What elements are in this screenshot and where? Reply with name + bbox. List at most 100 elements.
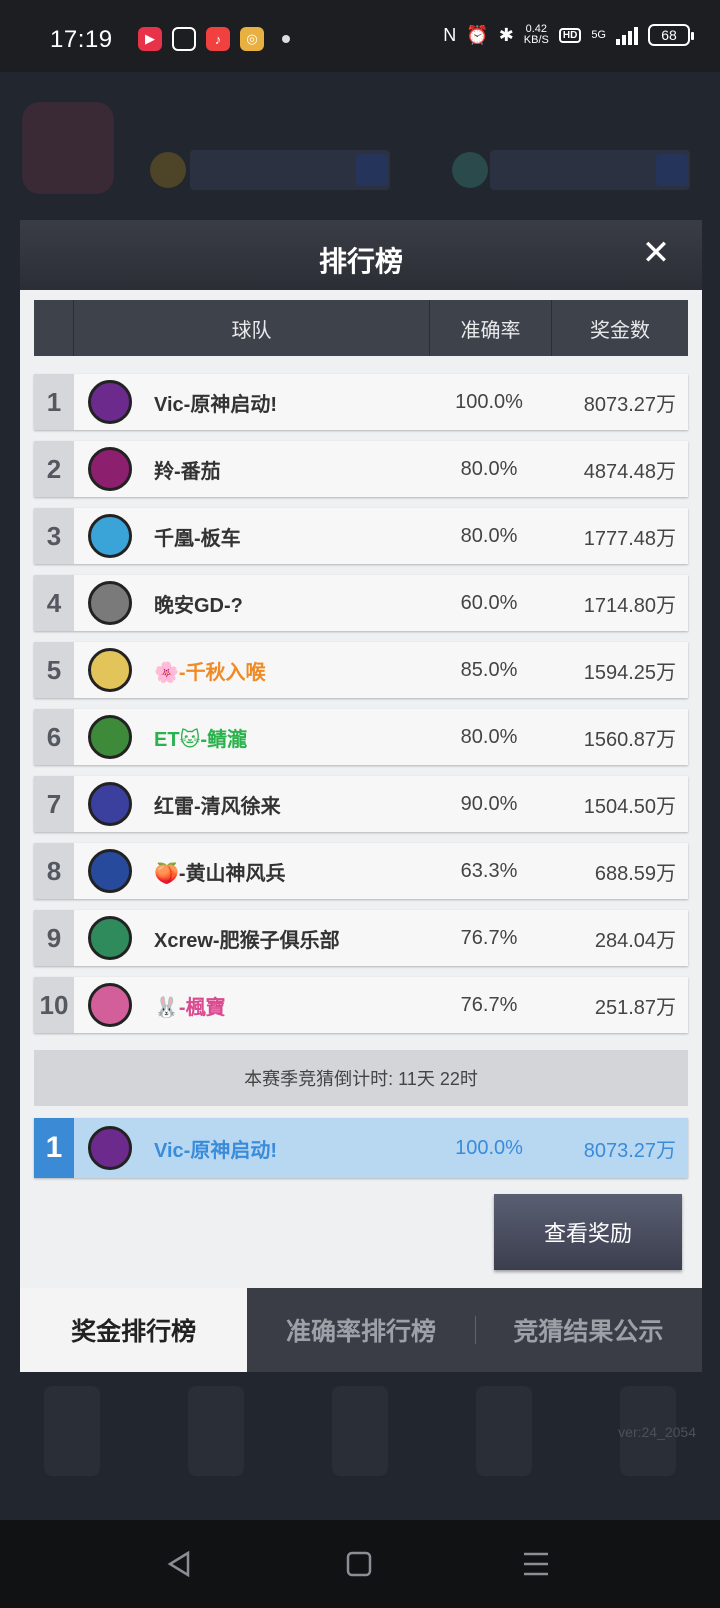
accuracy-value: 90.0% bbox=[460, 792, 518, 815]
table-row[interactable]: 3 千凰-板车 80.0% 1777.48万 bbox=[34, 508, 688, 564]
team-name: Xcrew-肥猴子俱乐部 bbox=[154, 929, 340, 952]
accuracy-value: 100.0% bbox=[455, 390, 523, 413]
prize-value: 284.04万 bbox=[594, 929, 676, 952]
game-app-icon: ◎ bbox=[240, 27, 264, 51]
team-name: ET🐱-鲭瀧 bbox=[154, 728, 248, 751]
table-row[interactable]: 4 晚安GD-? 60.0% 1714.80万 bbox=[34, 575, 688, 631]
table-row[interactable]: 5 🌸-千秋入喉 85.0% 1594.25万 bbox=[34, 642, 688, 698]
prize-value: 251.87万 bbox=[594, 996, 676, 1019]
system-icons: N ⏰ ✱ 0.42 KB/S HD 5G 68 bbox=[443, 23, 694, 46]
table-row[interactable]: 1 Vic-原神启动! 100.0% 8073.27万 bbox=[34, 374, 688, 430]
alarm-icon: ⏰ bbox=[466, 24, 489, 45]
rank-number: 5 bbox=[34, 642, 74, 698]
accuracy-column-header: 准确率 bbox=[430, 300, 552, 356]
prize-value: 688.59万 bbox=[594, 862, 676, 885]
rank-number: 3 bbox=[34, 508, 74, 564]
team-name: 千凰-板车 bbox=[154, 527, 241, 550]
prize-value: 1594.25万 bbox=[583, 661, 676, 684]
tab-accuracy-ranking[interactable]: 准确率排行榜 bbox=[247, 1288, 474, 1372]
rank-column-header bbox=[34, 300, 74, 356]
team-name: 🐰-楓寶 bbox=[154, 996, 226, 1019]
accuracy-value: 100.0% bbox=[455, 1136, 523, 1159]
team-logo-icon bbox=[88, 447, 132, 491]
team-logo-icon bbox=[88, 782, 132, 826]
team-column-header: 球队 bbox=[74, 300, 430, 356]
team-logo-icon bbox=[88, 514, 132, 558]
leaderboard-list: 1 Vic-原神启动! 100.0% 8073.27万 2 羚-番茄 80.0%… bbox=[34, 374, 688, 1044]
my-team-row[interactable]: 1 Vic-原神启动! 100.0% 8073.27万 bbox=[34, 1118, 688, 1178]
gem-icon bbox=[452, 152, 488, 188]
modal-header: 排行榜 ✕ bbox=[20, 220, 702, 290]
nav-item bbox=[332, 1386, 388, 1476]
more-notifications-icon bbox=[282, 35, 290, 43]
accuracy-value: 60.0% bbox=[460, 591, 518, 614]
nav-item bbox=[476, 1386, 532, 1476]
rank-number: 1 bbox=[34, 1118, 74, 1178]
coin-icon bbox=[150, 152, 186, 188]
prize-value: 1560.87万 bbox=[583, 728, 676, 751]
team-logo-icon bbox=[88, 648, 132, 692]
leaderboard-modal: 排行榜 ✕ 球队 准确率 奖金数 1 Vic-原神启动! 100.0% 8073… bbox=[20, 220, 702, 1372]
rank-number: 2 bbox=[34, 441, 74, 497]
team-name: 羚-番茄 bbox=[154, 460, 221, 483]
table-row[interactable]: 6 ET🐱-鲭瀧 80.0% 1560.87万 bbox=[34, 709, 688, 765]
view-rewards-button[interactable]: 查看奖励 bbox=[494, 1194, 682, 1270]
team-name: 晚安GD-? bbox=[154, 594, 243, 617]
rank-number: 8 bbox=[34, 843, 74, 899]
add-coin-button bbox=[356, 154, 388, 186]
rank-number: 9 bbox=[34, 910, 74, 966]
home-icon[interactable] bbox=[346, 1550, 372, 1578]
prize-value: 4874.48万 bbox=[583, 460, 676, 483]
season-countdown: 本赛季竞猜倒计时: 11天 22时 bbox=[34, 1050, 688, 1106]
team-name: 🌸-千秋入喉 bbox=[154, 661, 266, 684]
nfc-icon: N bbox=[443, 24, 457, 45]
team-logo bbox=[22, 102, 114, 194]
back-icon[interactable] bbox=[166, 1550, 192, 1578]
table-row[interactable]: 2 羚-番茄 80.0% 4874.48万 bbox=[34, 441, 688, 497]
table-row[interactable]: 7 红雷-清风徐来 90.0% 1504.50万 bbox=[34, 776, 688, 832]
team-name: Vic-原神启动! bbox=[154, 393, 277, 416]
prize-value: 8073.27万 bbox=[583, 1139, 676, 1162]
nav-item bbox=[44, 1386, 100, 1476]
rank-number: 4 bbox=[34, 575, 74, 631]
close-icon[interactable]: ✕ bbox=[638, 236, 674, 272]
nav-item bbox=[188, 1386, 244, 1476]
accuracy-value: 80.0% bbox=[460, 524, 518, 547]
notification-icons: ▶ ♪ ◎ bbox=[138, 27, 290, 51]
signal-type: 5G bbox=[591, 29, 606, 41]
battery-icon: 68 bbox=[648, 24, 694, 46]
status-bar: 17:19 ▶ ♪ ◎ N ⏰ ✱ 0.42 KB/S HD 5G 68 bbox=[0, 0, 720, 72]
music-app-icon: ♪ bbox=[206, 27, 230, 51]
tab-guess-results[interactable]: 竞猜结果公示 bbox=[474, 1288, 702, 1372]
team-logo-icon bbox=[88, 581, 132, 625]
rank-number: 7 bbox=[34, 776, 74, 832]
team-logo-icon bbox=[88, 1126, 132, 1170]
prize-value: 1714.80万 bbox=[583, 594, 676, 617]
prize-column-header: 奖金数 bbox=[590, 319, 650, 342]
status-time: 17:19 bbox=[50, 26, 113, 53]
prize-value: 1504.50万 bbox=[583, 795, 676, 818]
team-logo-icon bbox=[88, 715, 132, 759]
accuracy-value: 63.3% bbox=[460, 859, 518, 882]
accuracy-value: 80.0% bbox=[460, 725, 518, 748]
team-logo-icon bbox=[88, 983, 132, 1027]
bluetooth-icon: ✱ bbox=[498, 24, 514, 45]
team-name: 红雷-清风徐来 bbox=[154, 795, 281, 818]
table-header: 球队 准确率 奖金数 bbox=[34, 300, 688, 356]
system-nav-bar bbox=[0, 1520, 720, 1608]
hd-badge: HD bbox=[558, 27, 582, 43]
video-app-icon: ▶ bbox=[138, 27, 162, 51]
modal-title: 排行榜 bbox=[318, 246, 403, 277]
table-row[interactable]: 10 🐰-楓寶 76.7% 251.87万 bbox=[34, 977, 688, 1033]
accuracy-value: 76.7% bbox=[460, 926, 518, 949]
rank-number: 10 bbox=[34, 977, 74, 1033]
team-logo-icon bbox=[88, 849, 132, 893]
recents-icon[interactable] bbox=[522, 1550, 550, 1578]
tab-prize-ranking[interactable]: 奖金排行榜 bbox=[20, 1288, 248, 1372]
tv-app-icon bbox=[172, 27, 196, 51]
table-row[interactable]: 8 🍑-黄山神风兵 63.3% 688.59万 bbox=[34, 843, 688, 899]
table-row[interactable]: 9 Xcrew-肥猴子俱乐部 76.7% 284.04万 bbox=[34, 910, 688, 966]
accuracy-value: 76.7% bbox=[460, 993, 518, 1016]
leaderboard-tabs: 奖金排行榜 准确率排行榜 竞猜结果公示 bbox=[20, 1288, 702, 1372]
network-speed: 0.42 KB/S bbox=[523, 23, 549, 46]
